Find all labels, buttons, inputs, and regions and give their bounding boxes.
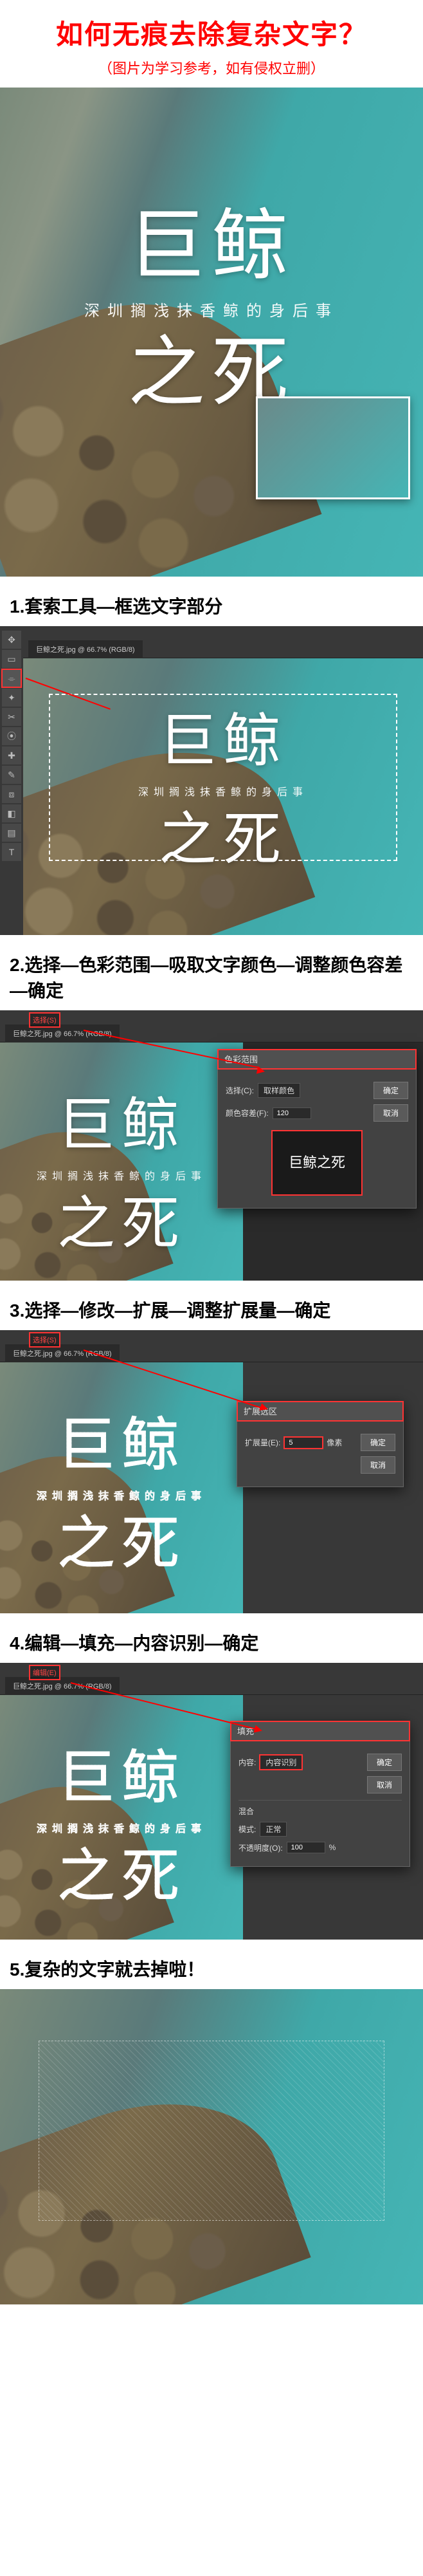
sample-line2: 之死 [12,1192,231,1256]
page-subtitle: （图片为学习参考，如有侵权立删） [6,57,417,78]
ps-canvas: 巨鲸 深圳搁浅抹香鲸的身后事 之死 [0,1042,243,1281]
color-range-preview: 巨鲸之死 [272,1131,362,1195]
sample-line1: 巨鲸 [12,1414,231,1478]
ps-canvas: 巨鲸 深圳搁浅抹香鲸的身后事 之死 [0,1695,243,1940]
zoom-inset [256,396,410,499]
sample-text-overlay: 巨鲸 深圳搁浅抹香鲸的身后事 之死 [21,203,402,415]
step3-screenshot: 选择(S) 巨鲸之死.jpg @ 66.7% (RGB/8) 巨鲸 深圳搁浅抹香… [0,1330,423,1613]
result-image [0,1989,423,2304]
sample-line2: 之死 [12,1512,231,1576]
step4-label: 4.编辑—填充—内容识别—确定 [0,1613,423,1663]
blend-section-label: 混合 [239,1800,402,1817]
ps-canvas: 巨鲸 深圳搁浅抹香鲸的身后事 之死 [0,1362,243,1613]
document-tab[interactable]: 巨鲸之死.jpg @ 66.7% (RGB/8) [5,1677,120,1695]
sample-subline: 深圳搁浅抹香鲸的身后事 [43,783,403,799]
gradient-tool-icon[interactable]: ▤ [2,824,21,842]
ok-button[interactable]: 确定 [374,1082,408,1099]
step3-label: 3.选择—修改—扩展—调整扩展量—确定 [0,1281,423,1330]
sample-text-selected: 巨鲸 深圳搁浅抹香鲸的身后事 之死 [12,1747,231,1909]
cancel-button[interactable]: 取消 [374,1104,408,1122]
select-label: 选择(C): [226,1085,254,1096]
eraser-tool-icon[interactable]: ◧ [2,804,21,822]
menu-edit-hint[interactable]: 编辑(E) [30,1665,60,1680]
ps-right-panel [243,1362,423,1613]
fuzziness-input[interactable] [273,1107,311,1119]
menu-select-hint[interactable]: 选择(S) [30,1013,60,1027]
fuzziness-label: 颜色容差(F): [226,1107,269,1118]
sample-line1: 巨鲸 [12,1094,231,1158]
ps-tool-panel: ✥ ▭ ⌯ ✦ ✂ ⦿ ✚ ✎ ⧈ ◧ ▤ T [0,626,23,935]
document-tab[interactable]: 巨鲸之死.jpg @ 66.7% (RGB/8) [28,640,143,658]
sample-subline: 深圳搁浅抹香鲸的身后事 [12,1487,231,1503]
page-title: 如何无痕去除复杂文字？ [6,13,417,52]
sample-line1: 巨鲸 [12,1747,231,1810]
cancel-button[interactable]: 取消 [367,1776,402,1793]
color-range-dialog-title: 色彩范围 [218,1050,416,1069]
step4-screenshot: 编辑(E) 巨鲸之死.jpg @ 66.7% (RGB/8) 巨鲸 深圳搁浅抹香… [0,1663,423,1940]
sample-subline: 深圳搁浅抹香鲸的身后事 [12,1167,231,1183]
step5-screenshot [0,1989,423,2304]
brush-tool-icon[interactable]: ✎ [2,766,21,784]
content-aware-dropdown[interactable]: 内容识别 [260,1755,302,1770]
move-tool-icon[interactable]: ✥ [2,631,21,649]
sample-line2: 之死 [12,1845,231,1909]
ok-button[interactable]: 确定 [367,1754,402,1771]
wand-tool-icon[interactable]: ✦ [2,689,21,707]
document-tab[interactable]: 巨鲸之死.jpg @ 66.7% (RGB/8) [5,1344,120,1362]
opacity-pct: % [329,1843,336,1852]
step5-label: 5.复杂的文字就去掉啦！ [0,1940,423,1989]
sample-text-overlay: 巨鲸 深圳搁浅抹香鲸的身后事 之死 [43,710,403,872]
preview-text: 巨鲸之死 [289,1155,345,1171]
ps-topbar: 选择(S) 巨鲸之死.jpg @ 66.7% (RGB/8) [0,1010,423,1042]
ok-button[interactable]: 确定 [361,1434,395,1451]
hero-image: 巨鲸 深圳搁浅抹香鲸的身后事 之死 [0,88,423,577]
sample-line1: 巨鲸 [43,710,403,774]
crop-tool-icon[interactable]: ✂ [2,708,21,726]
heal-tool-icon[interactable]: ✚ [2,746,21,764]
sample-text-selected: 巨鲸 深圳搁浅抹香鲸的身后事 之死 [12,1414,231,1576]
page-header: 如何无痕去除复杂文字？ （图片为学习参考，如有侵权立删） [0,0,423,88]
opacity-label: 不透明度(O): [239,1842,283,1853]
step2-screenshot: 选择(S) 巨鲸之死.jpg @ 66.7% (RGB/8) 巨鲸 深圳搁浅抹香… [0,1010,423,1281]
sampled-colors-dropdown[interactable]: 取样颜色 [258,1083,300,1098]
expand-selection-dialog: 扩展选区 扩展量(E): 像素 确定 取消 [237,1401,404,1487]
fill-dialog: 填充 内容: 内容识别 确定 取消 混合 模式: 正常 不透明度(O): % [230,1721,410,1867]
expand-by-label: 扩展量(E): [245,1437,280,1448]
sample-subline: 深圳搁浅抹香鲸的身后事 [12,1820,231,1835]
sample-line2: 之死 [43,808,403,872]
mode-dropdown[interactable]: 正常 [260,1822,287,1837]
sample-text-overlay: 巨鲸 深圳搁浅抹香鲸的身后事 之死 [12,1094,231,1256]
opacity-input[interactable] [287,1842,325,1853]
step2-label: 2.选择—色彩范围—吸取文字颜色—调整颜色容差—确定 [0,935,423,1010]
lasso-tool-icon[interactable]: ⌯ [2,669,21,687]
mode-label: 模式: [239,1824,256,1835]
remaining-selection-outline [39,2041,384,2221]
sample-line1: 巨鲸 [21,203,402,288]
sample-subline: 深圳搁浅抹香鲸的身后事 [21,298,402,320]
step1-screenshot: ✥ ▭ ⌯ ✦ ✂ ⦿ ✚ ✎ ⧈ ◧ ▤ T 巨鲸之死.jpg @ 66.7%… [0,626,423,935]
content-label: 内容: [239,1757,256,1768]
type-tool-icon[interactable]: T [2,843,21,861]
expand-value-input[interactable] [284,1437,323,1449]
cancel-button[interactable]: 取消 [361,1456,395,1474]
menu-select-hint[interactable]: 选择(S) [30,1333,60,1347]
marquee-tool-icon[interactable]: ▭ [2,650,21,668]
eyedropper-tool-icon[interactable]: ⦿ [2,727,21,745]
ps-topbar: 选择(S) 巨鲸之死.jpg @ 66.7% (RGB/8) [0,1330,423,1362]
red-arrow-head-icon [256,1066,266,1075]
color-range-dialog: 色彩范围 选择(C): 取样颜色 确定 颜色容差(F): 取消 巨鲸之死 [217,1049,417,1209]
stamp-tool-icon[interactable]: ⧈ [2,785,21,803]
step1-label: 1.套索工具—框选文字部分 [0,577,423,626]
expand-unit: 像素 [327,1437,342,1448]
ps-topbar: 编辑(E) 巨鲸之死.jpg @ 66.7% (RGB/8) [0,1663,423,1695]
ps-topbar: 巨鲸之死.jpg @ 66.7% (RGB/8) [23,626,423,658]
